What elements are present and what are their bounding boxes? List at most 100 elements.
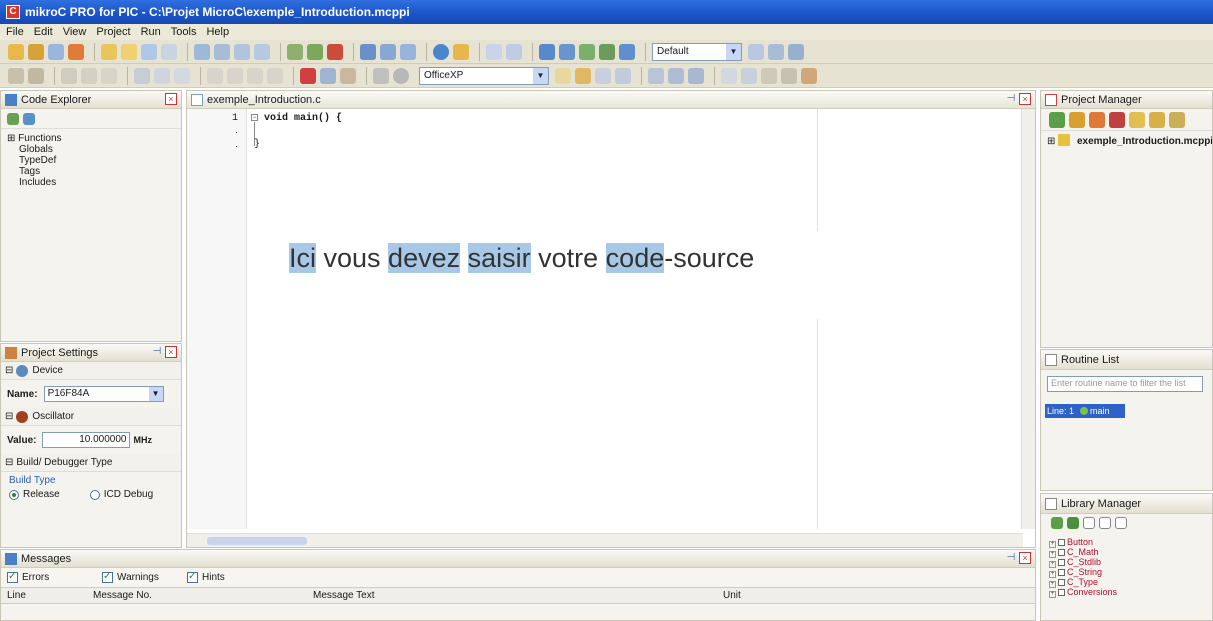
- icd-debug-radio[interactable]: [89, 489, 100, 500]
- config-icon[interactable]: [748, 43, 764, 60]
- tile-icon[interactable]: [506, 43, 522, 60]
- pin-icon[interactable]: ⊣: [1005, 552, 1017, 564]
- grid-icon[interactable]: [741, 67, 757, 84]
- project-tree-node[interactable]: ⊞ exemple_Introduction.mcppi: [1041, 131, 1212, 150]
- expand-icon[interactable]: ⊞: [1047, 136, 1055, 147]
- code-text-area[interactable]: − void main() { }: [249, 109, 829, 529]
- editor-tab[interactable]: exemple_Introduction.c ⊣ ×: [187, 91, 1035, 109]
- edit-icon[interactable]: [453, 43, 469, 60]
- release-radio[interactable]: [9, 489, 19, 500]
- close-icon[interactable]: ×: [1019, 93, 1031, 105]
- horizontal-scrollbar[interactable]: [187, 533, 1023, 547]
- find-prev-icon[interactable]: [254, 43, 270, 60]
- breakpoint-icon[interactable]: [300, 67, 316, 84]
- col-line[interactable]: Line: [1, 590, 93, 601]
- uncheck-all-icon[interactable]: [1067, 517, 1079, 529]
- delete-icon[interactable]: [174, 67, 190, 84]
- add-icon[interactable]: [1049, 111, 1065, 128]
- warnings-checkbox[interactable]: [102, 571, 113, 583]
- tree-item-globals[interactable]: Globals: [7, 144, 175, 155]
- oscillator-value-input[interactable]: 10.000000: [42, 432, 131, 448]
- collapse-all-icon[interactable]: [1115, 517, 1127, 529]
- copy-icon[interactable]: [134, 67, 150, 84]
- stop-icon[interactable]: [327, 43, 343, 60]
- preview-icon[interactable]: [615, 67, 631, 84]
- check-all-icon[interactable]: [1051, 517, 1063, 529]
- tree-item-tags[interactable]: Tags: [7, 166, 175, 177]
- tools-icon[interactable]: [579, 43, 595, 60]
- tree-item-includes[interactable]: Includes: [7, 177, 175, 188]
- font-icon[interactable]: [761, 67, 777, 84]
- expand-all-icon[interactable]: [1099, 517, 1111, 529]
- save-all-icon[interactable]: [161, 43, 177, 60]
- outdent-icon[interactable]: [227, 67, 243, 84]
- menu-file[interactable]: File: [6, 26, 24, 38]
- close-icon[interactable]: ×: [1019, 552, 1031, 564]
- close-icon[interactable]: ×: [165, 346, 177, 358]
- find-icon[interactable]: [194, 43, 210, 60]
- new-project-icon[interactable]: [8, 43, 24, 60]
- close-icon[interactable]: ×: [165, 93, 177, 105]
- new-file-icon[interactable]: [101, 43, 117, 60]
- bookmark-icon[interactable]: [320, 67, 336, 84]
- cut-icon[interactable]: [101, 67, 117, 84]
- build-all-icon[interactable]: [307, 43, 323, 60]
- help-icon[interactable]: [433, 43, 449, 60]
- save-file-icon[interactable]: [141, 43, 157, 60]
- col-message-no[interactable]: Message No.: [93, 590, 313, 601]
- undo-icon[interactable]: [61, 67, 77, 84]
- replace-icon[interactable]: [234, 43, 250, 60]
- open-folder-icon[interactable]: [1069, 111, 1085, 128]
- pen-icon[interactable]: [801, 67, 817, 84]
- lcd-icon[interactable]: [599, 43, 615, 60]
- save-icon[interactable]: [48, 43, 64, 60]
- table-icon[interactable]: [721, 67, 737, 84]
- library-item[interactable]: + Conversions: [1041, 588, 1212, 598]
- vertical-scrollbar[interactable]: [1021, 109, 1035, 529]
- errors-checkbox[interactable]: [7, 571, 18, 583]
- folder-icon[interactable]: [1089, 111, 1105, 128]
- refresh-icon[interactable]: [23, 112, 35, 125]
- pin-icon[interactable]: ⊣: [1005, 93, 1017, 105]
- sort-icon[interactable]: [7, 112, 19, 125]
- menu-view[interactable]: View: [63, 26, 87, 38]
- build-section[interactable]: ⊟ Build/ Debugger Type: [1, 454, 181, 472]
- new-folder-icon[interactable]: [1129, 111, 1145, 128]
- indent-icon[interactable]: [207, 67, 223, 84]
- routine-filter-input[interactable]: Enter routine name to filter the list: [1047, 376, 1203, 392]
- close-icon[interactable]: [68, 43, 84, 60]
- debug-icon[interactable]: [539, 43, 555, 60]
- open-project-icon[interactable]: [28, 43, 44, 60]
- print-icon[interactable]: [595, 67, 611, 84]
- terminal-icon[interactable]: [559, 43, 575, 60]
- merge-icon[interactable]: [668, 67, 684, 84]
- more-icon[interactable]: [1169, 111, 1185, 128]
- open-file-icon[interactable]: [121, 43, 137, 60]
- config-edit-icon[interactable]: [768, 43, 784, 60]
- restore-icon[interactable]: [1083, 517, 1095, 529]
- device-name-select[interactable]: P16F84A ▼: [43, 386, 164, 402]
- clock-icon[interactable]: [393, 67, 409, 84]
- menu-tools[interactable]: Tools: [171, 26, 197, 38]
- find-next-icon[interactable]: [214, 43, 230, 60]
- oscillator-section[interactable]: ⊟ Oscillator: [1, 408, 181, 426]
- format-icon[interactable]: [373, 67, 389, 84]
- forward-icon[interactable]: [28, 67, 44, 84]
- edit-project-icon[interactable]: [1149, 111, 1165, 128]
- doc-icon[interactable]: [555, 67, 571, 84]
- open-doc-icon[interactable]: [575, 67, 591, 84]
- build-config-select[interactable]: Default ▼: [652, 42, 742, 61]
- build-icon[interactable]: [287, 43, 303, 60]
- device-section[interactable]: ⊟ Device: [1, 362, 181, 380]
- tree-item-typedef[interactable]: TypeDef: [7, 155, 175, 166]
- screen-icon[interactable]: [619, 43, 635, 60]
- view-icon[interactable]: [380, 43, 396, 60]
- redo-icon[interactable]: [81, 67, 97, 84]
- menu-run[interactable]: Run: [141, 26, 161, 38]
- window-icon[interactable]: [486, 43, 502, 60]
- scroll-thumb[interactable]: [207, 537, 307, 545]
- tree-item-functions[interactable]: ⊞ Functions: [7, 133, 175, 144]
- uncomment-icon[interactable]: [267, 67, 283, 84]
- goto-icon[interactable]: [340, 67, 356, 84]
- col-unit[interactable]: Unit: [723, 590, 741, 601]
